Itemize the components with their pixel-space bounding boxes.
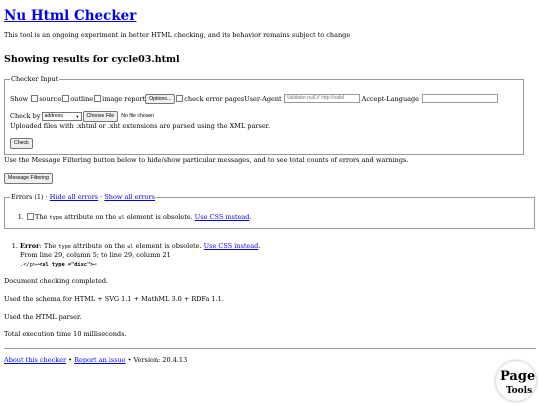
check-by-select[interactable]: address ▾	[41, 112, 82, 122]
status-schema: Used the schema for HTML + SVG 1.1 + Mat…	[4, 294, 224, 303]
hide-all-errors-link[interactable]: Hide all errors	[50, 193, 98, 201]
page-tools-button[interactable]: Page Tools	[496, 361, 536, 401]
check-error-pages-checkbox[interactable]	[176, 95, 184, 103]
errors-fieldset: Errors (1) · Hide all errors · Show all …	[4, 193, 535, 229]
page-title[interactable]: Nu Html Checker	[4, 0, 536, 24]
check-by-row: Check by address ▾ Choose File No file ch…	[10, 111, 518, 123]
source-label: source	[39, 94, 62, 103]
status-time: Total execution time 10 milliseconds.	[4, 330, 127, 339]
check-by-label: Check by	[10, 112, 41, 121]
show-label: Show	[10, 94, 29, 103]
image-report-label: image report	[102, 94, 146, 103]
check-button[interactable]: Check	[10, 137, 33, 149]
error-colon: :	[39, 241, 42, 250]
code-extract: .</p>↩<ul type ="disc">↩	[20, 260, 536, 269]
results-heading: Showing results for cycle03.html	[4, 53, 180, 65]
errors-count: Errors (1)	[11, 193, 44, 202]
show-all-errors-link[interactable]: Show all errors	[104, 193, 155, 201]
error-text: The	[43, 241, 57, 250]
image-report-checkbox[interactable]	[94, 95, 102, 103]
message-filtering-button[interactable]: Message Filtering	[4, 173, 53, 185]
extract-before: .</p>↩	[20, 261, 40, 268]
outline-label: outline	[70, 94, 94, 103]
error-text: attribute on the	[73, 241, 126, 250]
choose-file-button[interactable]: Choose File	[82, 111, 119, 123]
filter-help-text: Use the Message Filtering button below t…	[4, 155, 409, 164]
page-tools-label: Page	[500, 369, 536, 384]
check-error-pages-label: check error pages	[184, 94, 245, 103]
error-text: element is obsolete.	[135, 241, 202, 250]
error-message: Error: The type attribute on the ul elem…	[20, 242, 536, 269]
checker-input-fieldset: Checker Input Show source outline image …	[4, 74, 524, 155]
footer-separator: •	[66, 356, 75, 365]
error-text: The	[35, 212, 48, 221]
status-parser: Used the HTML parser.	[4, 312, 82, 321]
code-element: ul	[127, 243, 134, 250]
upload-note: Uploaded files with .xhtml or .xht exten…	[10, 122, 271, 131]
page-tools-sublabel: Tools	[506, 386, 533, 396]
use-css-link[interactable]: Use CSS instead	[195, 213, 250, 221]
checker-input-legend: Checker Input	[11, 74, 59, 83]
code-attribute: type	[49, 214, 63, 221]
user-agent-label: User-Agent	[244, 94, 282, 103]
version-text: • Version: 20.4.13	[125, 356, 188, 365]
user-agent-input[interactable]: Validator.nu/LV http://valid	[283, 94, 360, 104]
use-css-link[interactable]: Use CSS instead	[204, 242, 259, 250]
show-options-row: Show source outline image report Options…	[10, 93, 518, 105]
outline-checkbox[interactable]	[62, 95, 70, 103]
accept-language-label: Accept-Language	[361, 94, 420, 103]
status-completed: Document checking completed.	[4, 277, 109, 286]
footer-divider	[4, 348, 536, 350]
accept-language-input[interactable]	[422, 94, 499, 104]
options-button[interactable]: Options...	[145, 93, 176, 105]
error-location: From line 29, column 5; to line 29, colu…	[20, 251, 171, 260]
error-prefix: Error	[20, 241, 40, 250]
extract-highlight: <ul type ="disc">	[39, 261, 94, 268]
code-attribute: type	[58, 243, 72, 250]
title-link[interactable]: Nu Html Checker	[4, 8, 136, 24]
report-issue-link[interactable]: Report an issue	[74, 356, 126, 364]
error-text: attribute on the	[64, 212, 117, 221]
extract-after: ↩	[93, 261, 97, 268]
check-by-value: address	[44, 113, 63, 120]
errors-legend: Errors (1) · Hide all errors · Show all …	[10, 193, 156, 202]
about-link[interactable]: About this checker	[4, 356, 66, 364]
chevron-down-icon: ▾	[76, 114, 79, 120]
footer: About this checker • Report an issue • V…	[4, 356, 536, 365]
code-element: ul	[118, 214, 125, 221]
error-text: element is obsolete.	[126, 212, 193, 221]
subtitle: This tool is an ongoing experiment in be…	[4, 31, 351, 40]
no-file-text: No file chosen	[121, 113, 155, 120]
source-checkbox[interactable]	[31, 95, 39, 103]
error-toggle-checkbox[interactable]	[27, 212, 34, 220]
error-filter-item: The type attribute on the ul element is …	[26, 212, 529, 222]
